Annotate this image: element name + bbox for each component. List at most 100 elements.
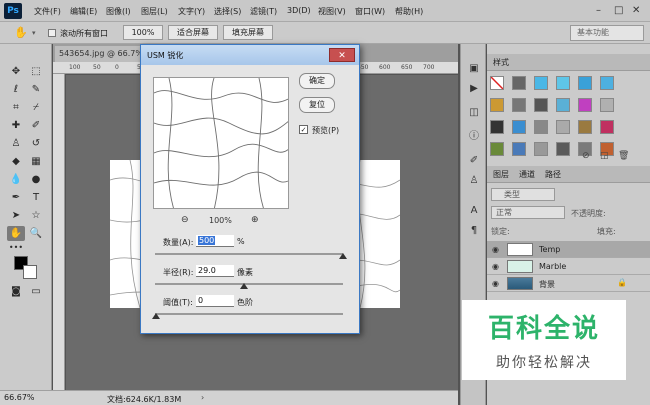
radius-slider-track[interactable]: [155, 283, 343, 285]
info-icon[interactable]: ⓘ: [467, 130, 481, 144]
layer-kind-filter[interactable]: 类型: [491, 188, 555, 201]
amount-input[interactable]: 500: [196, 235, 234, 247]
style-swatch[interactable]: [534, 120, 548, 134]
quick-mask-icon[interactable]: ◙: [7, 284, 25, 299]
history-icon[interactable]: ▣: [467, 62, 481, 76]
style-swatch[interactable]: [556, 98, 570, 112]
more-tools-icon[interactable]: •••: [7, 240, 25, 255]
style-swatch[interactable]: [556, 76, 570, 90]
tab-layers[interactable]: 图层: [493, 169, 509, 180]
brush-presets-icon[interactable]: ✐: [467, 154, 481, 168]
maximize-button[interactable]: □: [614, 5, 623, 16]
style-swatch[interactable]: [534, 76, 548, 90]
brush-tool-icon[interactable]: ✐: [27, 118, 45, 133]
style-swatch[interactable]: [578, 120, 592, 134]
style-swatch[interactable]: [490, 120, 504, 134]
style-swatch[interactable]: [512, 98, 526, 112]
crop-tool-icon[interactable]: ⌗: [7, 100, 25, 115]
scroll-all-checkbox[interactable]: [48, 29, 56, 37]
radius-slider-thumb[interactable]: [240, 283, 248, 289]
blur-tool-icon[interactable]: 💧: [7, 172, 25, 187]
preview-checkbox[interactable]: ✓: [299, 125, 308, 134]
zoom-in-icon[interactable]: ⊕: [251, 215, 259, 225]
character-icon[interactable]: A: [467, 204, 481, 218]
filter-preview[interactable]: [153, 77, 289, 209]
menu-edit[interactable]: 编辑(E): [70, 6, 97, 17]
style-swatch[interactable]: [600, 120, 614, 134]
marquee-tool-icon[interactable]: ⬚: [27, 64, 45, 79]
menu-view[interactable]: 视图(V): [318, 6, 346, 17]
threshold-slider-thumb[interactable]: [152, 313, 160, 319]
ok-button[interactable]: 确定: [299, 73, 335, 89]
close-button[interactable]: ✕: [632, 5, 640, 16]
pen-tool-icon[interactable]: ✒: [7, 190, 25, 205]
tab-styles[interactable]: 样式: [493, 57, 509, 68]
path-select-tool-icon[interactable]: ➤: [7, 208, 25, 223]
new-style-icon[interactable]: ◲: [600, 151, 609, 161]
style-swatch[interactable]: [578, 76, 592, 90]
type-tool-icon[interactable]: T: [27, 190, 45, 205]
amount-slider-thumb[interactable]: [339, 253, 347, 259]
gradient-tool-icon[interactable]: ▦: [27, 154, 45, 169]
style-swatch[interactable]: [534, 142, 548, 156]
zoom-100-button[interactable]: 100%: [123, 25, 163, 40]
style-swatch[interactable]: [512, 142, 526, 156]
menu-3d[interactable]: 3D(D): [287, 6, 311, 15]
blend-mode-select[interactable]: 正常: [491, 206, 565, 219]
threshold-input[interactable]: 0: [196, 295, 234, 307]
minimize-button[interactable]: –: [596, 5, 601, 16]
zoom-tool-icon[interactable]: 🔍: [27, 226, 45, 241]
eyedropper-tool-icon[interactable]: ⌿: [27, 100, 45, 115]
threshold-slider-track[interactable]: [155, 313, 343, 315]
style-swatch[interactable]: [512, 76, 526, 90]
style-swatch[interactable]: [556, 142, 570, 156]
zoom-level-readout[interactable]: 66.67%: [4, 393, 35, 402]
properties-icon[interactable]: ◫: [467, 106, 481, 120]
style-swatch[interactable]: [578, 98, 592, 112]
menu-image[interactable]: 图像(I): [106, 6, 131, 17]
dodge-tool-icon[interactable]: ●: [27, 172, 45, 187]
move-tool-icon[interactable]: ✥: [7, 64, 25, 79]
shape-tool-icon[interactable]: ☆: [27, 208, 45, 223]
lasso-tool-icon[interactable]: ℓ: [7, 82, 25, 97]
eye-icon[interactable]: ◉: [492, 245, 499, 254]
layer-row-marble[interactable]: ◉ Marble: [487, 258, 650, 275]
workspace-select[interactable]: 基本功能: [570, 25, 644, 41]
fill-screen-button[interactable]: 填充屏幕: [223, 25, 273, 40]
menu-type[interactable]: 文字(Y): [178, 6, 205, 17]
layer-row-temp[interactable]: ◉ Temp: [487, 241, 650, 258]
menu-filter[interactable]: 滤镜(T): [250, 6, 277, 17]
document-info[interactable]: 文档:624.6K/1.83M: [107, 394, 181, 405]
dialog-titlebar[interactable]: USM 锐化 ✕: [141, 45, 359, 65]
hand-icon[interactable]: ✋: [14, 26, 28, 39]
tab-channels[interactable]: 通道: [519, 169, 535, 180]
actions-icon[interactable]: ▶: [467, 82, 481, 96]
style-swatch[interactable]: [534, 98, 548, 112]
clone-source-icon[interactable]: ♙: [467, 174, 481, 188]
chevron-down-icon[interactable]: ▾: [32, 29, 36, 37]
style-swatch[interactable]: [490, 142, 504, 156]
clone-stamp-tool-icon[interactable]: ♙: [7, 136, 25, 151]
radius-input[interactable]: 29.0: [196, 265, 234, 277]
menu-layer[interactable]: 图层(L): [141, 6, 168, 17]
chevron-right-icon[interactable]: ›: [201, 393, 204, 402]
menu-help[interactable]: 帮助(H): [395, 6, 423, 17]
screen-mode-icon[interactable]: ▭: [27, 284, 45, 299]
reset-button[interactable]: 复位: [299, 97, 335, 113]
hand-tool-icon[interactable]: ✋: [7, 226, 25, 241]
style-swatch[interactable]: [600, 98, 614, 112]
amount-slider-track[interactable]: [155, 253, 343, 255]
style-swatch[interactable]: [490, 98, 504, 112]
quick-select-tool-icon[interactable]: ✎: [27, 82, 45, 97]
menu-file[interactable]: 文件(F): [34, 6, 61, 17]
style-swatch[interactable]: [490, 76, 504, 90]
eye-icon[interactable]: ◉: [492, 279, 499, 288]
eye-icon[interactable]: ◉: [492, 262, 499, 271]
zoom-out-icon[interactable]: ⊖: [181, 215, 189, 225]
style-swatch[interactable]: [512, 120, 526, 134]
history-brush-tool-icon[interactable]: ↺: [27, 136, 45, 151]
layer-row-background[interactable]: ◉ 背景 🔒: [487, 275, 650, 292]
menu-window[interactable]: 窗口(W): [355, 6, 385, 17]
eraser-tool-icon[interactable]: ◆: [7, 154, 25, 169]
style-swatch[interactable]: [600, 76, 614, 90]
